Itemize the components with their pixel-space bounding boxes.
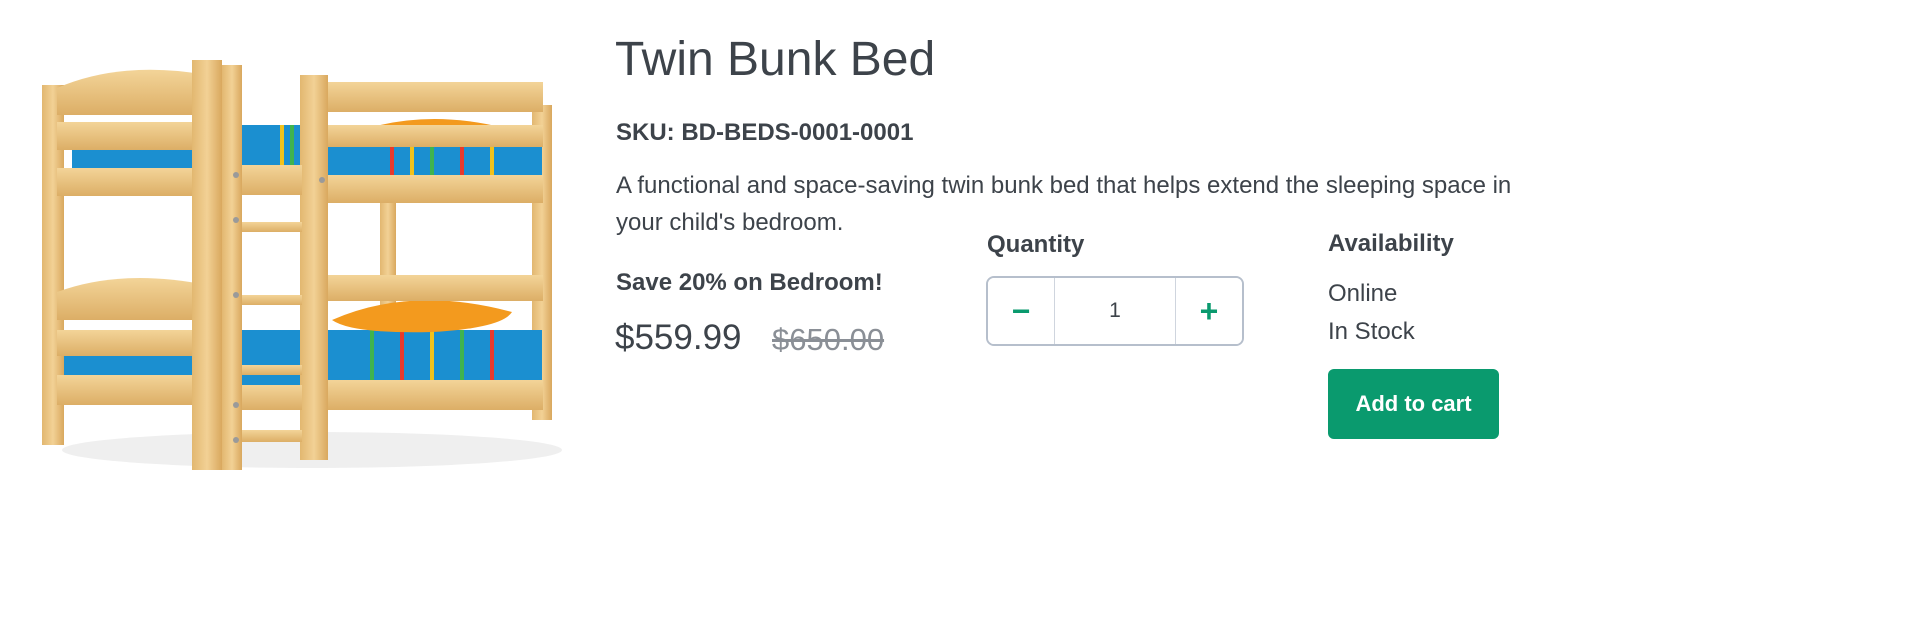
availability-status: In Stock [1328,318,1415,345]
plus-icon: + [1199,292,1219,329]
minus-icon: − [1011,292,1031,329]
original-price: $650.00 [772,322,885,357]
product-sku: SKU: BD-BEDS-0001-0001 [616,119,914,146]
product-title: Twin Bunk Bed [615,33,936,86]
availability-label: Availability [1328,230,1454,257]
promo-text: Save 20% on Bedroom! [616,269,883,296]
decrement-button[interactable]: − [988,278,1055,344]
quantity-stepper: − 1 + [986,276,1244,346]
quantity-input[interactable]: 1 [1055,278,1175,344]
sale-price: $559.99 [615,318,742,357]
add-to-cart-button[interactable]: Add to cart [1328,369,1499,439]
availability-channel: Online [1328,280,1398,307]
product-image [32,30,572,480]
quantity-label: Quantity [987,231,1085,258]
increment-button[interactable]: + [1175,278,1242,344]
